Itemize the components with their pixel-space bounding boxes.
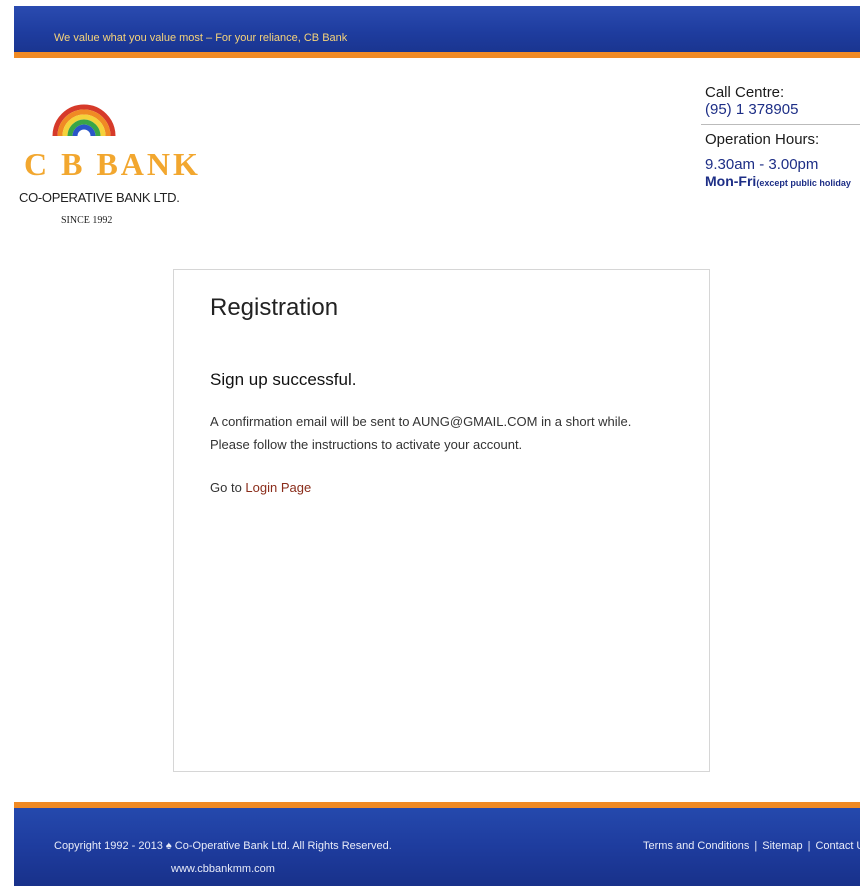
since-year: SINCE 1992 [61,215,113,226]
login-page-link[interactable]: Login Page [245,480,311,495]
call-centre-label: Call Centre: [705,84,785,101]
footer: Copyright 1992 - 2013 ♠ Co-Operative Ban… [14,802,860,886]
terms-link[interactable]: Terms and Conditions [643,840,749,852]
company-name: CO-OPERATIVE BANK LTD. [19,190,180,205]
separator: | [754,840,758,852]
footer-links: Terms and Conditions | Sitemap | Contact U [643,840,860,852]
contact-link[interactable]: Contact U [815,840,860,852]
brand-name: C B BANK [24,146,201,182]
confirmation-line-2: Please follow the instructions to activa… [210,437,523,452]
website-url: www.cbbankmm.com [171,863,275,875]
success-heading: Sign up successful. [210,370,357,389]
registration-card: Registration Sign up successful. A confi… [173,269,710,772]
operation-hours: 9.30am - 3.00pm [705,156,819,173]
confirmation-message: A confirmation email will be sent to AUN… [210,410,670,456]
goto-login: Go to Login Page [210,480,311,495]
goto-prefix: Go to [210,480,242,495]
tagline: We value what you value most – For your … [54,32,348,44]
rainbow-icon [52,104,116,137]
separator: | [807,840,811,852]
confirmation-line-1: A confirmation email will be sent to AUN… [210,414,632,429]
operation-days: Mon-Fri(except public holiday [705,173,860,189]
contact-divider [701,124,860,125]
page-title: Registration [210,294,339,321]
contact-panel: Call Centre: (95) 1 378905 Operation Hou… [701,84,860,189]
call-centre-number: (95) 1 378905 [705,101,799,118]
operation-days-text: Mon-Fri [705,173,757,189]
cb-bank-logo[interactable]: C B BANK CO-OPERATIVE BANK LTD. SINCE 19… [14,82,201,237]
copyright-text: Copyright 1992 - 2013 ♠ Co-Operative Ban… [54,840,392,852]
top-banner: We value what you value most – For your … [14,6,860,58]
operation-hours-label: Operation Hours: [705,131,820,148]
sitemap-link[interactable]: Sitemap [762,840,802,852]
operation-days-note: (except public holiday [756,178,851,188]
